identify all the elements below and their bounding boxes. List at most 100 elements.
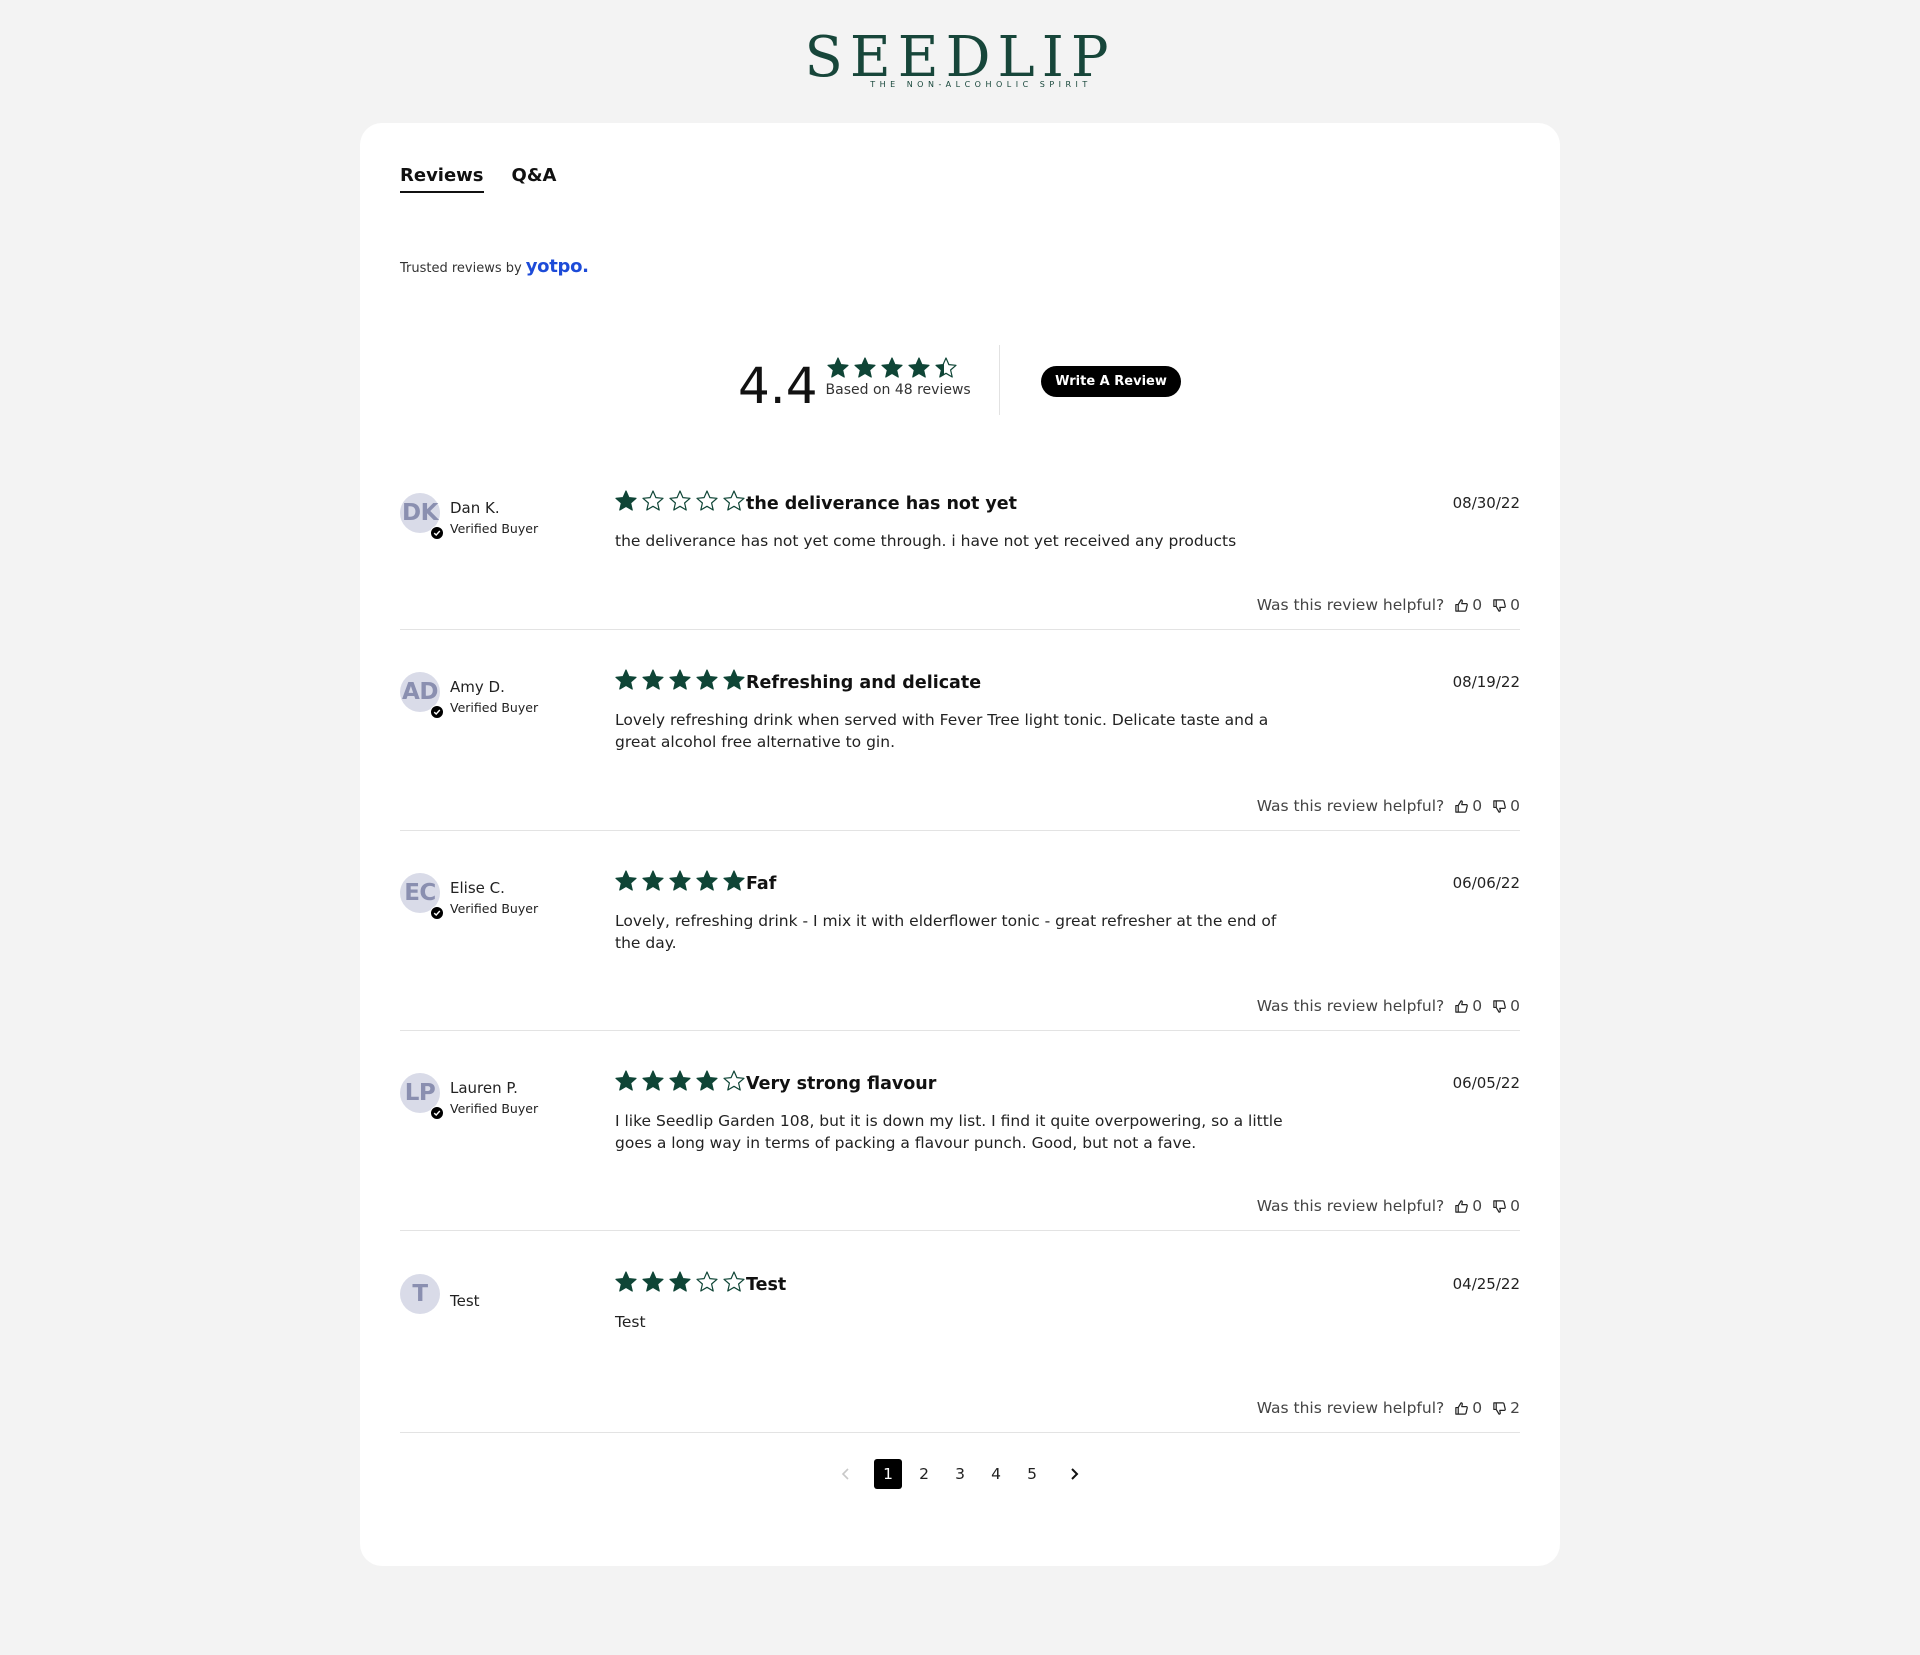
page-2-button[interactable]: 2 [910,1459,938,1489]
page-3-button[interactable]: 3 [946,1459,974,1489]
review-stars [614,489,746,513]
vote-up-button[interactable]: 0 [1454,596,1482,614]
helpful-label: Was this review helpful? [1256,1197,1445,1215]
review-author: Dan K. [450,499,500,517]
star-icon [642,490,664,511]
star-icon [723,870,745,891]
review-body: Lovely, refreshing drink - I mix it with… [615,912,1277,952]
review-title: Refreshing and delicate [746,673,982,693]
write-review-button[interactable]: Write A Review [1041,366,1181,397]
star-icon [669,1271,691,1292]
vote-down-button[interactable]: 0 [1492,797,1520,815]
verified-buyer-label: Verified Buyer [450,700,539,715]
thumbs-up-icon [1455,999,1469,1013]
verified-buyer-label: Verified Buyer [450,901,539,916]
star-icon [723,1271,745,1292]
review-body: Lovely refreshing drink when served with… [615,711,1269,751]
vote-up-button[interactable]: 0 [1454,797,1482,815]
helpful-vote: Was this review helpful? 0 0 [1257,797,1520,815]
vote-down-count: 0 [1510,1197,1520,1215]
yotpo-logo[interactable]: yotpo. [526,256,589,277]
star-icon [880,357,903,378]
review-author: Elise C. [450,879,505,897]
vote-up-count: 0 [1472,596,1483,614]
review-body: Test [615,1313,646,1331]
trusted-by: Trusted reviews by yotpo. [400,256,589,277]
review-title: Test [746,1275,787,1295]
vote-down-button[interactable]: 0 [1492,997,1520,1015]
review-stars [614,668,746,692]
review-stars [614,869,746,893]
page-1-button[interactable]: 1 [874,1459,902,1489]
brand-logo[interactable]: SEEDLIP THE NON-ALCOHOLIC SPIRIT [0,25,1920,90]
star-icon [669,490,691,511]
review-date: 04/25/22 [1452,1275,1520,1293]
star-icon [669,1070,691,1091]
helpful-label: Was this review helpful? [1256,596,1445,614]
review-date: 06/05/22 [1452,1074,1520,1092]
star-icon [615,1070,637,1091]
thumbs-down-icon [1493,598,1506,612]
review-author: Test [450,1292,480,1310]
vote-up-button[interactable]: 0 [1454,1399,1482,1417]
vote-down-button[interactable]: 0 [1492,1197,1520,1215]
verified-badge [430,526,444,540]
helpful-vote: Was this review helpful? 0 0 [1257,596,1520,614]
star-icon [669,870,691,891]
review-body: the deliverance has not yet come through… [615,532,1237,550]
vote-down-count: 0 [1510,997,1520,1015]
next-page-button[interactable] [1060,1459,1088,1489]
vote-up-count: 0 [1472,797,1483,815]
review-date: 08/19/22 [1452,673,1520,691]
thumbs-up-icon [1455,1199,1469,1213]
vote-up-button[interactable]: 0 [1454,1197,1482,1215]
star-icon [723,669,745,690]
vote-up-count: 0 [1472,1197,1483,1215]
review-title: Faf [746,874,777,894]
reviews-widget: Reviews Q&A Trusted reviews by yotpo. 4.… [360,123,1560,1566]
check-icon [433,1110,441,1116]
tab-bar: Reviews Q&A [400,164,556,193]
vote-down-button[interactable]: 0 [1492,596,1520,614]
star-icon [934,357,957,378]
star-icon [642,1070,664,1091]
page-5-button[interactable]: 5 [1018,1459,1046,1489]
vote-up-button[interactable]: 0 [1454,997,1482,1015]
star-icon [615,669,637,690]
review-count: Based on 48 reviews [825,382,971,398]
star-icon [826,357,849,378]
vote-down-button[interactable]: 2 [1492,1399,1520,1417]
star-icon [907,357,930,378]
vote-up-count: 0 [1472,1399,1483,1417]
vote-down-count: 2 [1510,1399,1520,1417]
review-author: Lauren P. [450,1079,518,1097]
vote-down-count: 0 [1510,596,1520,614]
brand-name: SEEDLIP [804,25,1116,90]
star-icon [723,1070,745,1091]
review-body: I like Seedlip Garden 108, but it is dow… [615,1112,1283,1152]
review-title: Very strong flavour [746,1074,937,1094]
star-icon [615,870,637,891]
check-icon [433,910,441,916]
star-icon [642,1271,664,1292]
review-item: T Test Test 04/25/22 Test Was this review hel… [400,1271,1520,1433]
helpful-label: Was this review helpful? [1256,797,1445,815]
verified-badge [430,1106,444,1120]
helpful-vote: Was this review helpful? 0 0 [1257,997,1520,1015]
thumbs-down-icon [1493,999,1506,1013]
page-4-button[interactable]: 4 [982,1459,1010,1489]
review-date: 08/30/22 [1452,494,1520,512]
thumbs-up-icon [1455,1401,1469,1415]
star-icon [615,490,637,511]
review-item: AD Amy D. Verified Buyer Refreshing and del… [400,669,1520,831]
helpful-label: Was this review helpful? [1256,1399,1445,1417]
tab-reviews[interactable]: Reviews [400,164,484,193]
prev-page-button[interactable] [832,1459,860,1489]
star-icon [696,669,718,690]
tab-qa[interactable]: Q&A [512,164,557,193]
review-item: LP Lauren P. Verified Buyer Very strong fla… [400,1070,1520,1231]
star-icon [696,870,718,891]
star-icon [853,357,876,378]
star-icon [642,870,664,891]
star-icon [669,669,691,690]
